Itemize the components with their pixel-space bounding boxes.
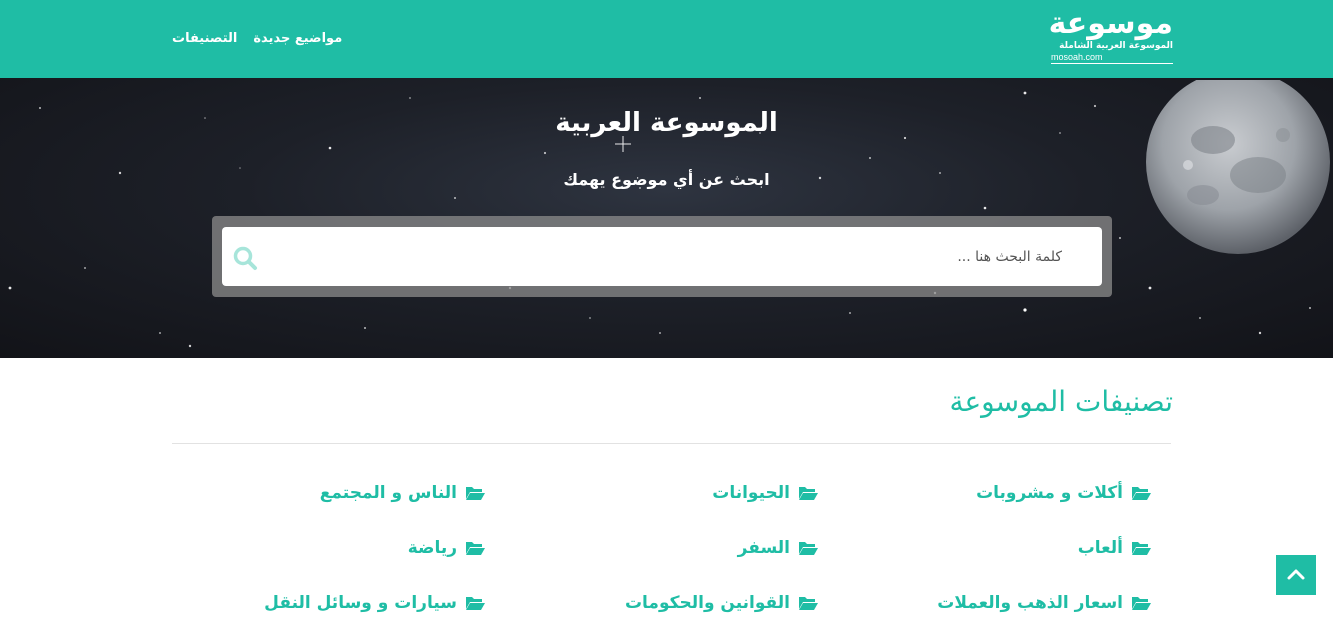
category-label: ألعاب bbox=[1077, 538, 1123, 558]
categories-title: تصنيفات الموسوعة bbox=[949, 385, 1173, 418]
folder-open-icon bbox=[799, 597, 818, 610]
folder-open-icon bbox=[1132, 487, 1151, 500]
folder-open-icon bbox=[799, 487, 818, 500]
category-item[interactable]: الناس و المجتمع bbox=[320, 480, 485, 506]
category-label: رياضة bbox=[407, 538, 457, 558]
logo-subtitle: الموسوعة العربية الشاملة bbox=[1059, 41, 1173, 51]
category-item[interactable]: الحيوانات bbox=[712, 480, 818, 506]
search-box bbox=[222, 227, 1102, 286]
category-label: سيارات و وسائل النقل bbox=[264, 593, 457, 613]
category-label: أكلات و مشروبات bbox=[976, 483, 1123, 503]
category-label: القوانين والحكومات bbox=[624, 593, 790, 613]
folder-open-icon bbox=[1132, 542, 1151, 555]
category-item[interactable]: القوانين والحكومات bbox=[625, 590, 818, 616]
logo-text: موسوعة bbox=[1048, 6, 1173, 41]
folder-open-icon bbox=[466, 487, 485, 500]
hero-title: الموسوعة العربية bbox=[555, 108, 778, 138]
back-to-top-button[interactable] bbox=[1276, 555, 1316, 595]
nav-item-categories[interactable]: التصنيفات bbox=[172, 28, 237, 50]
top-header: موسوعة الموسوعة العربية الشاملة mosoah.c… bbox=[0, 0, 1333, 78]
logo-url: mosoah.com bbox=[1051, 52, 1173, 64]
category-item[interactable]: سيارات و وسائل النقل bbox=[264, 590, 485, 616]
folder-open-icon bbox=[1132, 597, 1151, 610]
folder-open-icon bbox=[466, 542, 485, 555]
category-label: الحيوانات bbox=[712, 483, 790, 503]
category-item[interactable]: السفر bbox=[738, 535, 818, 561]
search-input[interactable] bbox=[272, 227, 1072, 286]
hero-banner: الموسوعة العربية ابحث عن أي موضوع يهمك bbox=[0, 78, 1333, 358]
search-icon[interactable] bbox=[232, 245, 258, 271]
nav-item-new-topics[interactable]: مواضيع جديدة bbox=[253, 28, 342, 50]
main-nav: مواضيع جديدة التصنيفات bbox=[172, 28, 342, 50]
category-label: السفر bbox=[737, 538, 790, 558]
site-logo[interactable]: موسوعة الموسوعة العربية الشاملة mosoah.c… bbox=[1048, 6, 1173, 68]
category-item[interactable]: اسعار الذهب والعملات bbox=[937, 590, 1151, 616]
hero-subtitle: ابحث عن أي موضوع يهمك bbox=[563, 170, 770, 189]
chevron-up-icon bbox=[1287, 569, 1305, 580]
category-item[interactable]: رياضة bbox=[408, 535, 485, 561]
search-container bbox=[212, 216, 1112, 297]
moon-image bbox=[1146, 80, 1330, 254]
category-item[interactable]: أكلات و مشروبات bbox=[976, 480, 1151, 506]
folder-open-icon bbox=[466, 597, 485, 610]
category-label: الناس و المجتمع bbox=[319, 483, 457, 503]
category-item[interactable]: ألعاب bbox=[1078, 535, 1151, 561]
category-label: اسعار الذهب والعملات bbox=[937, 593, 1123, 613]
section-divider bbox=[172, 443, 1171, 444]
folder-open-icon bbox=[799, 542, 818, 555]
